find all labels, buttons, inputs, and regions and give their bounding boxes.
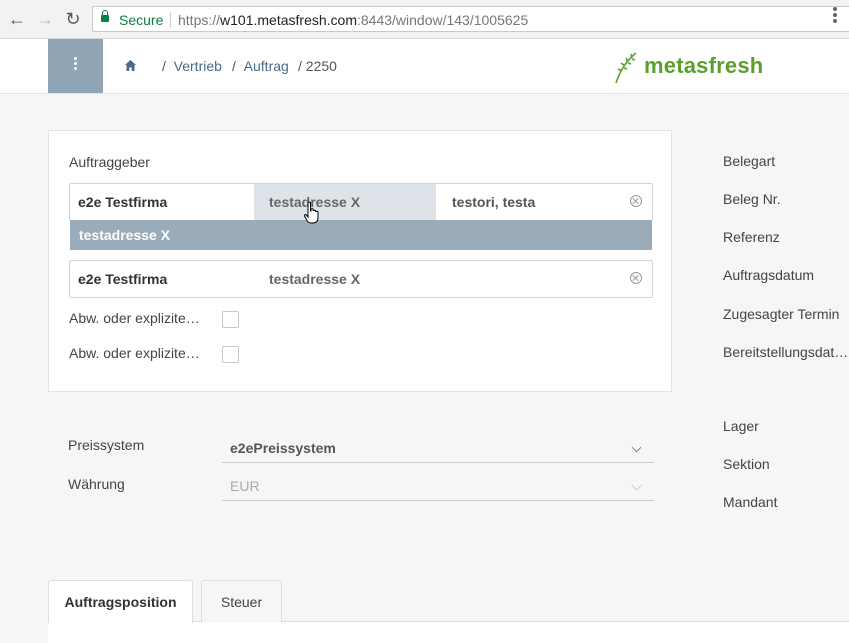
- breadcrumb-item-vertrieb[interactable]: / Vertrieb: [162, 58, 222, 74]
- breadcrumb-item-auftrag[interactable]: / Auftrag: [232, 58, 289, 74]
- secure-label: Secure: [119, 12, 164, 28]
- preissystem-select[interactable]: e2ePreissystem: [222, 434, 654, 463]
- url-scheme: https://: [178, 12, 221, 28]
- bill-location-value[interactable]: testadresse X: [269, 261, 360, 297]
- menu-dot: [74, 62, 77, 65]
- bill-bpartner-lookup-field[interactable]: e2e Testfirma testadresse X: [69, 260, 653, 298]
- waehrung-value: EUR: [230, 478, 260, 494]
- forward-arrow-icon[interactable]: →: [35, 9, 55, 29]
- lager-label: Lager: [723, 418, 759, 434]
- bill-partner-value[interactable]: e2e Testfirma: [78, 261, 167, 297]
- url-host: w101.metasfresh.com: [220, 12, 357, 28]
- menu-dot: [74, 67, 77, 70]
- address-separator: [170, 12, 171, 28]
- tab-auftragsposition[interactable]: Auftragsposition: [48, 580, 193, 623]
- browser-toolbar: ← → ↻ Secure https://w101.metasfresh.com…: [0, 0, 849, 39]
- clear-icon[interactable]: [630, 195, 642, 207]
- logo-text: metasfresh: [644, 53, 764, 78]
- sektion-label: Sektion: [723, 456, 770, 472]
- waehrung-label: Währung: [68, 476, 125, 492]
- bpartner-contact-value[interactable]: testori, testa: [452, 184, 535, 220]
- checkbox-2[interactable]: [222, 346, 239, 363]
- checkbox-label-1: Abw. oder explizite…: [69, 310, 200, 326]
- breadcrumb-record-number: 2250: [305, 58, 337, 74]
- tab-content-area: [48, 622, 849, 643]
- url-path: :8443/window/143/1005625: [356, 12, 529, 28]
- breadcrumb-link-auftrag[interactable]: Auftrag: [244, 58, 289, 74]
- tab-steuer[interactable]: Steuer: [201, 580, 282, 622]
- browser-menu-icon[interactable]: [825, 7, 845, 27]
- menu-toggle-button[interactable]: [48, 39, 103, 93]
- waehrung-select[interactable]: EUR: [222, 472, 654, 501]
- lock-icon: [101, 10, 109, 22]
- referenz-label: Referenz: [723, 229, 780, 245]
- home-icon[interactable]: [124, 59, 137, 72]
- reload-icon[interactable]: ↻: [63, 9, 83, 29]
- app-header: / Vertrieb / Auftrag / 2250 metasfresh: [0, 39, 849, 94]
- bpartner-location-value[interactable]: testadresse X: [254, 184, 436, 220]
- logo-leaf-icon: [615, 52, 637, 84]
- breadcrumb-item-record: / 2250: [298, 58, 337, 74]
- location-dropdown-option[interactable]: testadresse X: [70, 220, 652, 250]
- auftraggeber-label: Auftraggeber: [69, 154, 150, 170]
- beleg-nr-label: Beleg Nr.: [723, 191, 781, 207]
- address-bar[interactable]: Secure https://w101.metasfresh.com:8443/…: [92, 6, 849, 32]
- preissystem-value: e2ePreissystem: [230, 440, 336, 456]
- breadcrumb-link-vertrieb[interactable]: Vertrieb: [174, 58, 222, 74]
- checkbox-1[interactable]: [222, 311, 239, 328]
- chevron-down-icon: [631, 442, 642, 453]
- clear-icon[interactable]: [630, 272, 642, 284]
- chevron-down-icon: [631, 480, 642, 491]
- bpartner-lookup-field[interactable]: e2e Testfirma testadresse X testori, tes…: [69, 183, 653, 221]
- checkbox-label-2: Abw. oder explizite…: [69, 345, 200, 361]
- mandant-label: Mandant: [723, 494, 778, 510]
- zugesagter-termin-label: Zugesagter Termin: [723, 306, 840, 322]
- menu-dot: [74, 57, 77, 60]
- belegart-label: Belegart: [723, 153, 776, 169]
- url-text[interactable]: https://w101.metasfresh.com:8443/window/…: [178, 7, 528, 33]
- back-arrow-icon[interactable]: ←: [7, 9, 27, 29]
- auftragsdatum-label: Auftragsdatum: [723, 267, 815, 283]
- preissystem-label: Preissystem: [68, 437, 145, 453]
- bereitstellungsdatum-label: Bereitstellungsdat…: [723, 344, 849, 360]
- bpartner-partner-value[interactable]: e2e Testfirma: [78, 184, 167, 220]
- metasfresh-logo: metasfresh: [612, 49, 772, 85]
- hand-cursor-icon: [303, 201, 319, 224]
